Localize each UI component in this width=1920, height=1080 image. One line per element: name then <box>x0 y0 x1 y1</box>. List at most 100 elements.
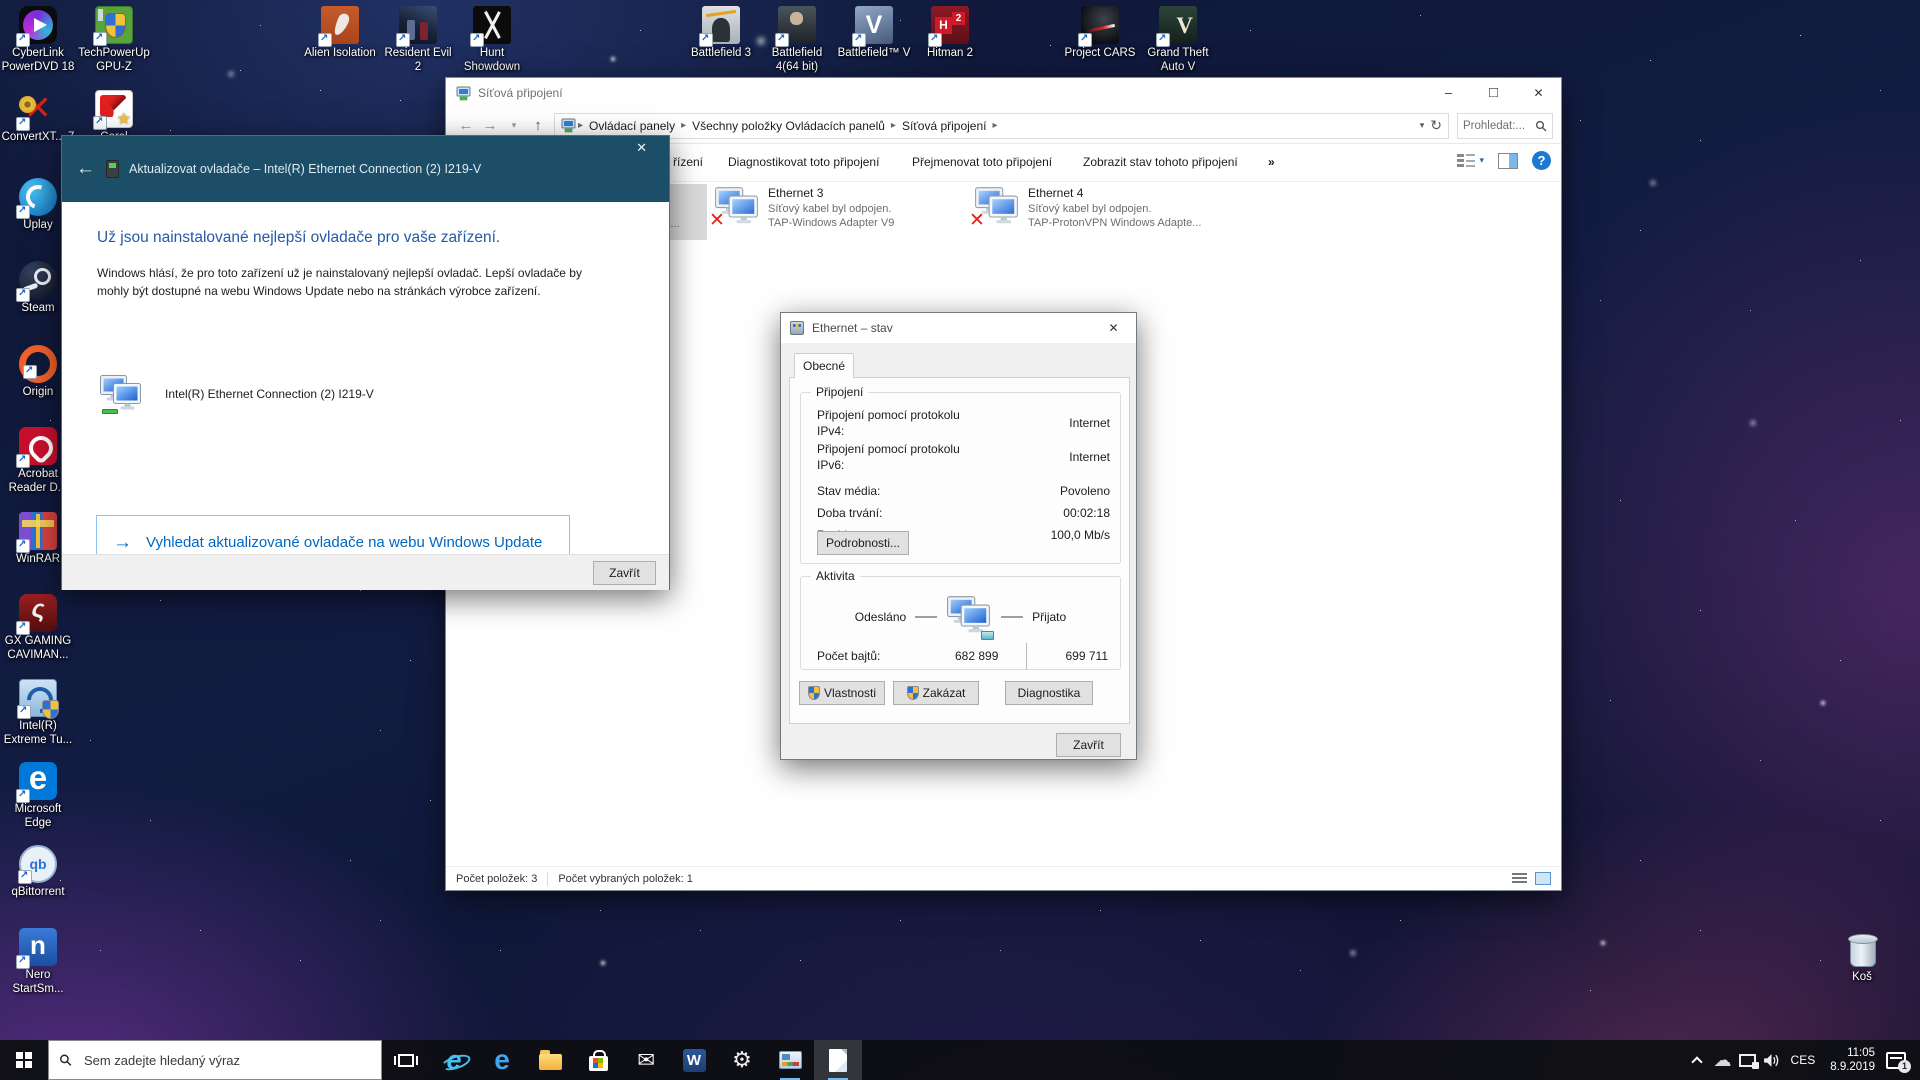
details-view-icon[interactable] <box>1512 872 1527 885</box>
driver-dialog-title: Aktualizovat ovladače – Intel(R) Etherne… <box>129 162 481 176</box>
desktop-icon-resident-evil-2[interactable]: Resident Evil 2 <box>380 6 456 74</box>
statusbar-separator <box>547 872 548 886</box>
maximize-button[interactable] <box>1471 78 1516 108</box>
command-item-fragment[interactable]: řízení <box>673 155 703 169</box>
connection-item-ethernet-4[interactable]: ✕ Ethernet 4 Síťový kabel byl odpojen. T… <box>974 186 1224 231</box>
gx-gaming-icon <box>19 594 57 632</box>
properties-button[interactable]: Vlastnosti <box>799 681 885 705</box>
command-diagnose-connection[interactable]: Diagnostikovat toto připojení <box>728 155 879 169</box>
desktop-icon-gx-gaming[interactable]: GX GAMING CAVIMAN... <box>0 594 76 662</box>
resident-evil-2-icon <box>399 6 437 44</box>
back-arrow-icon[interactable]: ← <box>76 158 106 180</box>
dash-icon <box>1001 616 1023 618</box>
desktop-icon-battlefield-3[interactable]: Battlefield 3 <box>683 6 759 61</box>
taskbar-edge[interactable]: e <box>478 1040 526 1080</box>
explorer-search-box[interactable]: Prohledat:... <box>1457 113 1553 139</box>
desktop-icon-hunt-showdown[interactable]: Hunt Showdown <box>454 6 530 74</box>
driver-dialog-titlebar[interactable]: ← Aktualizovat ovladače – Intel(R) Ether… <box>62 136 669 202</box>
large-icons-view-icon[interactable] <box>1535 872 1551 885</box>
battlefield-v-icon <box>855 6 893 44</box>
status-dialog-close-button[interactable] <box>1091 313 1136 343</box>
taskbar-microsoft-store[interactable] <box>574 1040 622 1080</box>
microsoft-edge-icon <box>19 762 57 800</box>
desktop-icon-battlefield-v[interactable]: Battlefield™ V <box>836 6 912 61</box>
shortcut-arrow-icon <box>775 33 789 47</box>
up-button[interactable]: ↑ <box>526 117 550 134</box>
minimize-button[interactable] <box>1426 78 1471 108</box>
volume-icon[interactable] <box>1763 1053 1780 1068</box>
diagnose-button[interactable]: Diagnostika <box>1005 681 1093 705</box>
device-driver-icon <box>106 160 119 178</box>
properties-button-label: Vlastnosti <box>824 682 876 704</box>
breadcrumb-segment[interactable]: Síťová připojení <box>898 119 991 133</box>
internet-explorer-icon: e <box>446 1047 461 1074</box>
taskbar-settings[interactable]: ⚙ <box>718 1040 766 1080</box>
refresh-icon[interactable]: ↻ <box>1430 117 1442 134</box>
taskbar-active-window[interactable] <box>814 1040 862 1080</box>
update-driver-dialog: ← Aktualizovat ovladače – Intel(R) Ether… <box>61 135 670 590</box>
back-button[interactable]: ← <box>454 117 478 134</box>
details-button[interactable]: Podrobnosti... <box>817 531 909 555</box>
forward-button[interactable]: → <box>478 117 502 134</box>
desktop-icon-label: qBittorrent <box>0 886 76 900</box>
desktop-icon-label: Hitman 2 <box>912 47 988 61</box>
disable-button[interactable]: Zakázat <box>893 681 979 705</box>
desktop-icon-hitman-2[interactable]: Hitman 2 <box>912 6 988 61</box>
taskbar-search[interactable] <box>48 1040 382 1080</box>
activity-row: Odesláno Přijato <box>801 595 1120 639</box>
help-button[interactable]: ? <box>1532 151 1551 170</box>
driver-close-button[interactable]: Zavřít <box>593 561 656 585</box>
breadcrumb-segment[interactable]: Všechny položky Ovládacích panelů <box>688 119 889 133</box>
command-rename-connection[interactable]: Přejmenovat toto připojení <box>912 155 1052 169</box>
command-view-connection-status[interactable]: Zobrazit stav tohoto připojení <box>1083 155 1238 169</box>
starfield-big <box>0 0 2 2</box>
taskbar-file-explorer[interactable] <box>526 1040 574 1080</box>
language-indicator[interactable]: CES <box>1787 1053 1820 1067</box>
network-tray-icon[interactable] <box>1739 1054 1756 1067</box>
driver-dialog-body: Už jsou nainstalované nejlepší ovladače … <box>62 202 669 554</box>
driver-dialog-close-icon[interactable]: ✕ <box>628 136 655 160</box>
close-button[interactable] <box>1516 78 1561 108</box>
preview-pane-button[interactable] <box>1498 153 1518 169</box>
desktop-icon-qbittorrent[interactable]: qBittorrent <box>0 845 76 900</box>
connection-item-ethernet-3[interactable]: ✕ Ethernet 3 Síťový kabel byl odpojen. T… <box>714 186 964 231</box>
taskbar-word[interactable]: W <box>670 1040 718 1080</box>
tray-expand-icon[interactable] <box>1691 1056 1702 1067</box>
command-overflow-chevron[interactable]: » <box>1268 155 1275 169</box>
tab-general[interactable]: Obecné <box>794 353 854 378</box>
taskbar-task-view-button[interactable] <box>382 1040 430 1080</box>
driver-dialog-text-line1: Windows hlásí, že pro toto zařízení už j… <box>97 264 582 282</box>
action-center-icon[interactable]: 1 <box>1886 1052 1906 1069</box>
taskbar-mail[interactable]: ✉ <box>622 1040 670 1080</box>
taskbar-control-panel[interactable] <box>766 1040 814 1080</box>
desktop-icon-cyberlink-powerdvd[interactable]: CyberLink PowerDVD 18 <box>0 6 76 74</box>
address-dropdown-icon[interactable]: ▾ <box>1414 120 1431 131</box>
view-options-button[interactable]: ▾ <box>1457 153 1484 169</box>
uplay-icon <box>19 178 57 216</box>
desktop-icon-microsoft-edge[interactable]: Microsoft Edge <box>0 762 76 830</box>
taskbar-internet-explorer[interactable]: e <box>430 1040 478 1080</box>
search-input[interactable] <box>82 1052 371 1069</box>
desktop-icon-alien-isolation[interactable]: Alien Isolation <box>302 6 378 61</box>
start-button[interactable] <box>0 1040 48 1080</box>
desktop-icon-gpuz[interactable]: TechPowerUp GPU-Z <box>76 6 152 74</box>
task-view-icon <box>398 1054 414 1067</box>
desktop-icon-label: CyberLink PowerDVD 18 <box>0 47 76 74</box>
desktop-icon-intel-xtu[interactable]: Intel(R) Extreme Tu... <box>0 679 76 747</box>
explorer-titlebar[interactable]: Síťová připojení <box>446 78 1561 108</box>
ipv6-value: Internet <box>982 450 1110 464</box>
status-close-button[interactable]: Zavřít <box>1056 733 1121 757</box>
shortcut-arrow-icon <box>93 116 107 130</box>
clock[interactable]: 11:05 8.9.2019 <box>1826 1046 1879 1075</box>
status-dialog-titlebar[interactable]: Ethernet – stav <box>781 313 1136 343</box>
recent-locations-dropdown[interactable]: ▾ <box>502 120 526 131</box>
desktop-icon-recycle-bin[interactable]: Koš <box>1824 930 1900 985</box>
shortcut-arrow-icon <box>16 454 30 468</box>
desktop-icon-gta-v[interactable]: Grand Theft Auto V <box>1140 6 1216 74</box>
desktop-icon-nero[interactable]: Nero StartSm... <box>0 928 76 996</box>
breadcrumb[interactable]: ▸ Ovládací panely ▸ Všechny položky Ovlá… <box>554 113 1449 139</box>
onedrive-icon[interactable]: ☁ <box>1714 1050 1732 1071</box>
desktop-icon-project-cars[interactable]: Project CARS <box>1062 6 1138 61</box>
breadcrumb-segment[interactable]: Ovládací panely <box>585 119 679 133</box>
desktop-icon-battlefield-4[interactable]: Battlefield 4(64 bit) <box>759 6 835 74</box>
